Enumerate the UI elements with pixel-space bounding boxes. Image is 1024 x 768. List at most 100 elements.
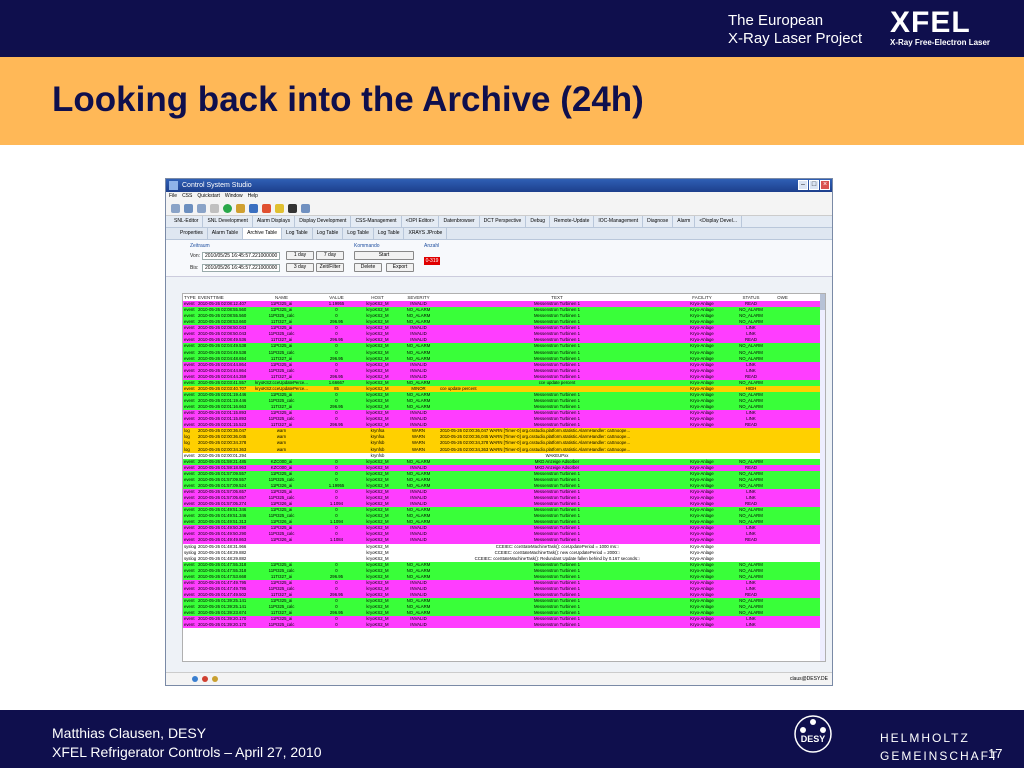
org-line-2: X-Ray Laser Project — [728, 30, 863, 47]
window-title: Control System Studio — [182, 182, 252, 189]
status-bar: claus@DESY.DE — [166, 672, 832, 685]
scrollbar-thumb[interactable] — [820, 294, 825, 310]
probe-icon[interactable] — [249, 203, 258, 213]
view-tab[interactable]: Log Table — [343, 228, 374, 239]
helmholtz-logo: HELMHOLTZ GEMEINSCHAFT — [880, 729, 999, 765]
perspective-tab[interactable]: Debug — [526, 216, 551, 227]
perspective-tab[interactable]: Diagnose — [643, 216, 674, 227]
view-tab[interactable]: XRAYS JProbe — [404, 228, 448, 239]
archive-controls: Zeitraum Kommando Anzahl Von: Bis: 2010/… — [166, 240, 832, 277]
menu-item[interactable]: Window — [225, 193, 243, 199]
von-field[interactable]: 2010/05/25 16:45:57.221000000 — [202, 252, 280, 260]
column-header[interactable]: OWE — [772, 294, 792, 301]
footer-event: XFEL Refrigerator Controls – April 27, 2… — [52, 744, 322, 760]
three-day-button[interactable]: 3 day — [286, 263, 314, 272]
perspective-tab[interactable]: <OPI Editor> — [402, 216, 440, 227]
table-cell: kryoKS2_M — [366, 622, 389, 628]
menu-item[interactable]: Help — [248, 193, 258, 199]
perspective-tab[interactable]: <Display Devel... — [695, 216, 742, 227]
table-row[interactable]: event 2010-05-26 01:39:20.170 11PI325_calc… — [183, 622, 825, 629]
menu-item[interactable]: File — [169, 193, 177, 199]
header-bar — [0, 0, 1024, 57]
view-tab[interactable]: Log Table — [282, 228, 313, 239]
status-user: claus@DESY.DE — [789, 676, 828, 682]
close-icon[interactable]: × — [820, 180, 830, 190]
tool-icon[interactable] — [262, 203, 271, 213]
css-app-window: Control System Studio – □ × File CSS Quick… — [165, 178, 833, 686]
column-header[interactable]: VALUE — [315, 294, 357, 301]
back-icon[interactable] — [210, 203, 219, 213]
table-cell: INVALID — [410, 622, 427, 628]
zeit-filter-button[interactable]: Zeit/Filter — [316, 263, 344, 272]
view-tab-bar: Properties Alarm Table Archive Table Log Ta… — [166, 228, 832, 240]
column-header[interactable]: STATUS — [729, 294, 772, 301]
helmholtz-line-1: HELMHOLTZ — [880, 731, 970, 745]
seven-day-button[interactable]: 7 day — [316, 251, 344, 260]
minimize-icon[interactable]: – — [798, 180, 808, 190]
export-button[interactable]: Export — [386, 263, 414, 272]
menu-bar: File CSS Quickstart Window Help — [166, 192, 832, 201]
print-icon[interactable] — [197, 203, 206, 213]
table-cell: LINK — [746, 622, 756, 628]
xfel-logo: XFEL X-Ray Free-Electron Laser — [890, 8, 990, 48]
column-header[interactable]: NAME — [247, 294, 315, 301]
perspective-tab[interactable]: CSS-Management — [351, 216, 402, 227]
table-body: event 2010-05-26 02:08:12.407 11PI325_ai 1.… — [183, 301, 825, 629]
toolbar — [166, 201, 832, 216]
stop-icon[interactable] — [202, 676, 208, 682]
helmholtz-line-2: GEMEINSCHAFT — [880, 749, 1000, 763]
camera-icon[interactable] — [288, 203, 297, 213]
perspective-tab[interactable]: Alarm Displays — [253, 216, 296, 227]
table-cell: Kryo-Anlage — [690, 622, 714, 628]
menu-item[interactable]: CSS — [182, 193, 192, 199]
column-header[interactable]: TYPE — [183, 294, 197, 301]
table-scrollbar[interactable] — [820, 294, 825, 661]
perspective-tab[interactable]: SNL Development — [203, 216, 253, 227]
column-header[interactable]: FACILITY — [674, 294, 729, 301]
one-day-button[interactable]: 1 day — [286, 251, 314, 260]
column-header[interactable]: HOST — [357, 294, 397, 301]
view-tab[interactable]: Properties — [176, 228, 208, 239]
start-button[interactable]: Start — [354, 251, 414, 260]
kommando-label: Kommando — [354, 243, 380, 249]
column-header[interactable]: SEVERITY — [397, 294, 439, 301]
page-number: 17 — [988, 746, 1003, 761]
delete-button[interactable]: Delete — [354, 263, 382, 272]
column-header[interactable]: EVENTTIME — [197, 294, 247, 301]
perspective-bar: SNL-Editor SNL Development Alarm Displays D… — [166, 216, 832, 228]
perspective-tab[interactable]: IOC-Management — [594, 216, 644, 227]
column-header[interactable]: TEXT — [439, 294, 674, 301]
view-tab[interactable]: Archive Table — [243, 228, 283, 239]
search-icon[interactable] — [212, 676, 218, 682]
bis-label: Bis: — [190, 265, 199, 271]
view-tab[interactable]: Log Table — [313, 228, 344, 239]
chart-icon[interactable] — [301, 203, 310, 213]
view-tab[interactable]: Alarm Table — [208, 228, 244, 239]
zeitraum-label: Zeitraum — [190, 243, 210, 249]
star-icon[interactable] — [275, 203, 284, 213]
xfel-logo-text: XFEL — [890, 6, 971, 39]
perspective-tab[interactable]: Display Development — [295, 216, 352, 227]
org-line-1: The European — [728, 12, 824, 29]
globe-icon[interactable] — [192, 676, 198, 682]
perspective-tab[interactable]: DCT Perspective — [480, 216, 527, 227]
perspective-tab[interactable]: Datenbrowser — [439, 216, 480, 227]
menu-item[interactable]: Quickstart — [197, 193, 220, 199]
perspective-tab[interactable]: Remote-Update — [550, 216, 595, 227]
new-icon[interactable] — [171, 203, 180, 213]
edit-icon[interactable] — [236, 203, 245, 213]
run-icon[interactable] — [223, 203, 232, 213]
bis-field[interactable]: 2010/05/26 16:45:57.221000000 — [202, 264, 280, 272]
maximize-icon[interactable]: □ — [809, 180, 819, 190]
perspective-tab[interactable]: SNL-Editor — [170, 216, 204, 227]
slide-title: Looking back into the Archive (24h) — [52, 80, 644, 119]
table-cell: 0 — [335, 622, 338, 628]
footer-text: Matthias Clausen, DESY XFEL Refrigerator… — [52, 724, 322, 762]
window-controls: – □ × — [798, 180, 830, 190]
perspective-tab[interactable]: Alarm — [673, 216, 696, 227]
archive-table: TYPE EVENTTIME NAME VALUE HOST SEVERITY TEXT FA… — [182, 293, 826, 662]
view-tab[interactable]: Log Table — [374, 228, 405, 239]
table-cell — [772, 622, 792, 628]
anzahl-label: Anzahl — [424, 243, 440, 249]
save-icon[interactable] — [184, 203, 193, 213]
